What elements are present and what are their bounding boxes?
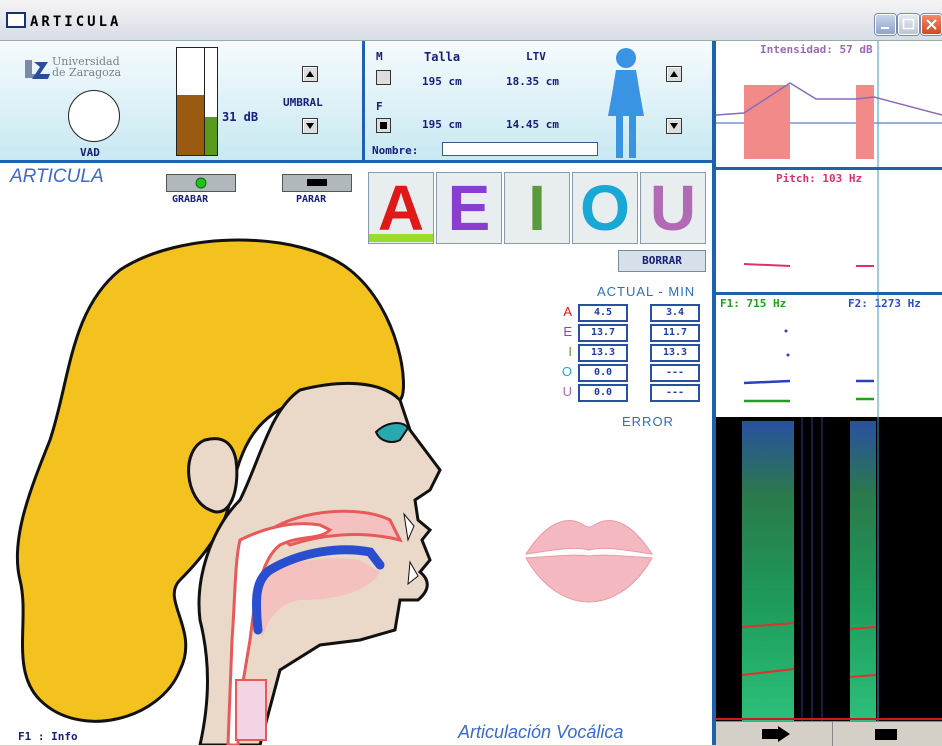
borrar-button[interactable]: BORRAR — [618, 250, 706, 272]
row-vowel: A — [563, 304, 572, 319]
umbral-label: UMBRAL — [283, 96, 323, 109]
nombre-label: Nombre: — [372, 144, 419, 157]
nombre-input[interactable] — [442, 142, 598, 156]
lips-illustration — [524, 520, 654, 603]
female-talla: 195 cm — [422, 118, 462, 131]
vad-label: VAD — [80, 146, 100, 159]
playback-bar — [716, 721, 942, 746]
threshold-meter-fill — [205, 117, 217, 155]
intensity-waveform — [716, 41, 942, 167]
threshold-meter — [204, 47, 218, 156]
height-down-button[interactable] — [666, 118, 682, 134]
vad-indicator — [68, 90, 120, 142]
close-button[interactable] — [921, 14, 942, 35]
row-vowel: U — [562, 384, 572, 399]
table-footer: ERROR — [622, 414, 674, 429]
grabar-button[interactable] — [166, 174, 236, 192]
talla-header: Talla — [424, 50, 461, 64]
play-button[interactable] — [716, 722, 833, 746]
row-actual: 0.0 — [578, 364, 628, 382]
top-bar-divider — [362, 41, 365, 160]
male-talla: 195 cm — [422, 75, 462, 88]
f-label: F — [376, 100, 383, 113]
row-vowel: E — [563, 324, 572, 339]
row-min: 13.3 — [650, 344, 700, 362]
larynx-shape — [235, 679, 267, 741]
row-min: --- — [650, 364, 700, 382]
umbral-down-button[interactable] — [302, 118, 318, 134]
maximize-button[interactable] — [898, 14, 919, 35]
row-vowel: O — [561, 364, 572, 379]
height-up-button[interactable] — [666, 66, 682, 82]
stop-playback-button[interactable] — [833, 722, 942, 746]
male-ltv: 18.35 cm — [506, 75, 559, 88]
logo-line2: de Zaragoza — [52, 66, 122, 79]
spectrogram-panel — [716, 417, 942, 721]
db-value: 31 dB — [222, 110, 259, 124]
app-window-icon — [6, 12, 26, 28]
play-icon — [762, 726, 790, 742]
row-actual: 0.0 — [578, 384, 628, 402]
spectrogram — [716, 417, 942, 721]
row-actual: 13.7 — [578, 324, 628, 342]
logo-text: Universidad de Zaragoza — [52, 56, 121, 78]
male-checkbox[interactable] — [376, 70, 391, 85]
parar-button[interactable] — [282, 174, 352, 192]
footer-title: Articulación Vocálica — [458, 722, 624, 742]
pitch-track — [743, 170, 879, 292]
umbral-up-button[interactable] — [302, 66, 318, 82]
row-actual: 4.5 — [578, 304, 628, 322]
row-min: 11.7 — [650, 324, 700, 342]
university-logo: Universidad de Zaragoza — [22, 54, 142, 86]
vowel-button-u[interactable]: U — [640, 172, 706, 244]
female-checkbox[interactable] — [376, 118, 391, 133]
table-header: ACTUAL - MIN — [597, 284, 696, 299]
level-meter-fill — [177, 95, 205, 155]
female-ltv: 14.45 cm — [506, 118, 559, 131]
m-label: M — [376, 50, 383, 63]
person-silhouette-icon — [608, 48, 644, 158]
pitch-panel: Pitch: 103 Hz — [716, 170, 942, 292]
ltv-header: LTV — [526, 50, 546, 63]
stop-square-icon — [875, 729, 897, 740]
formant-track — [743, 295, 879, 417]
row-min: --- — [650, 384, 700, 402]
window-title: ARTICULA — [30, 14, 122, 30]
row-min: 3.4 — [650, 304, 700, 322]
minimize-button[interactable] — [875, 14, 896, 35]
row-actual: 13.3 — [578, 344, 628, 362]
footer-info: F1 : Info — [18, 730, 78, 743]
logo-mark-icon — [25, 60, 50, 79]
title-bar: ARTICULA — [0, 0, 942, 41]
vocal-tract-illustration — [15, 238, 442, 745]
vowel-u-label: U — [649, 172, 697, 244]
vowel-button-o[interactable]: O — [572, 172, 638, 244]
level-meter — [176, 47, 206, 156]
formant-panel: F1: 715 Hz F2: 1273 Hz — [716, 295, 942, 417]
panel-title: ARTICULA — [10, 166, 104, 187]
intensity-panel: Intensidad: 57 dB — [716, 41, 942, 167]
row-vowel: I — [568, 344, 572, 359]
vowel-o-label: O — [580, 172, 630, 244]
record-icon — [195, 177, 207, 189]
stop-icon — [307, 179, 327, 186]
